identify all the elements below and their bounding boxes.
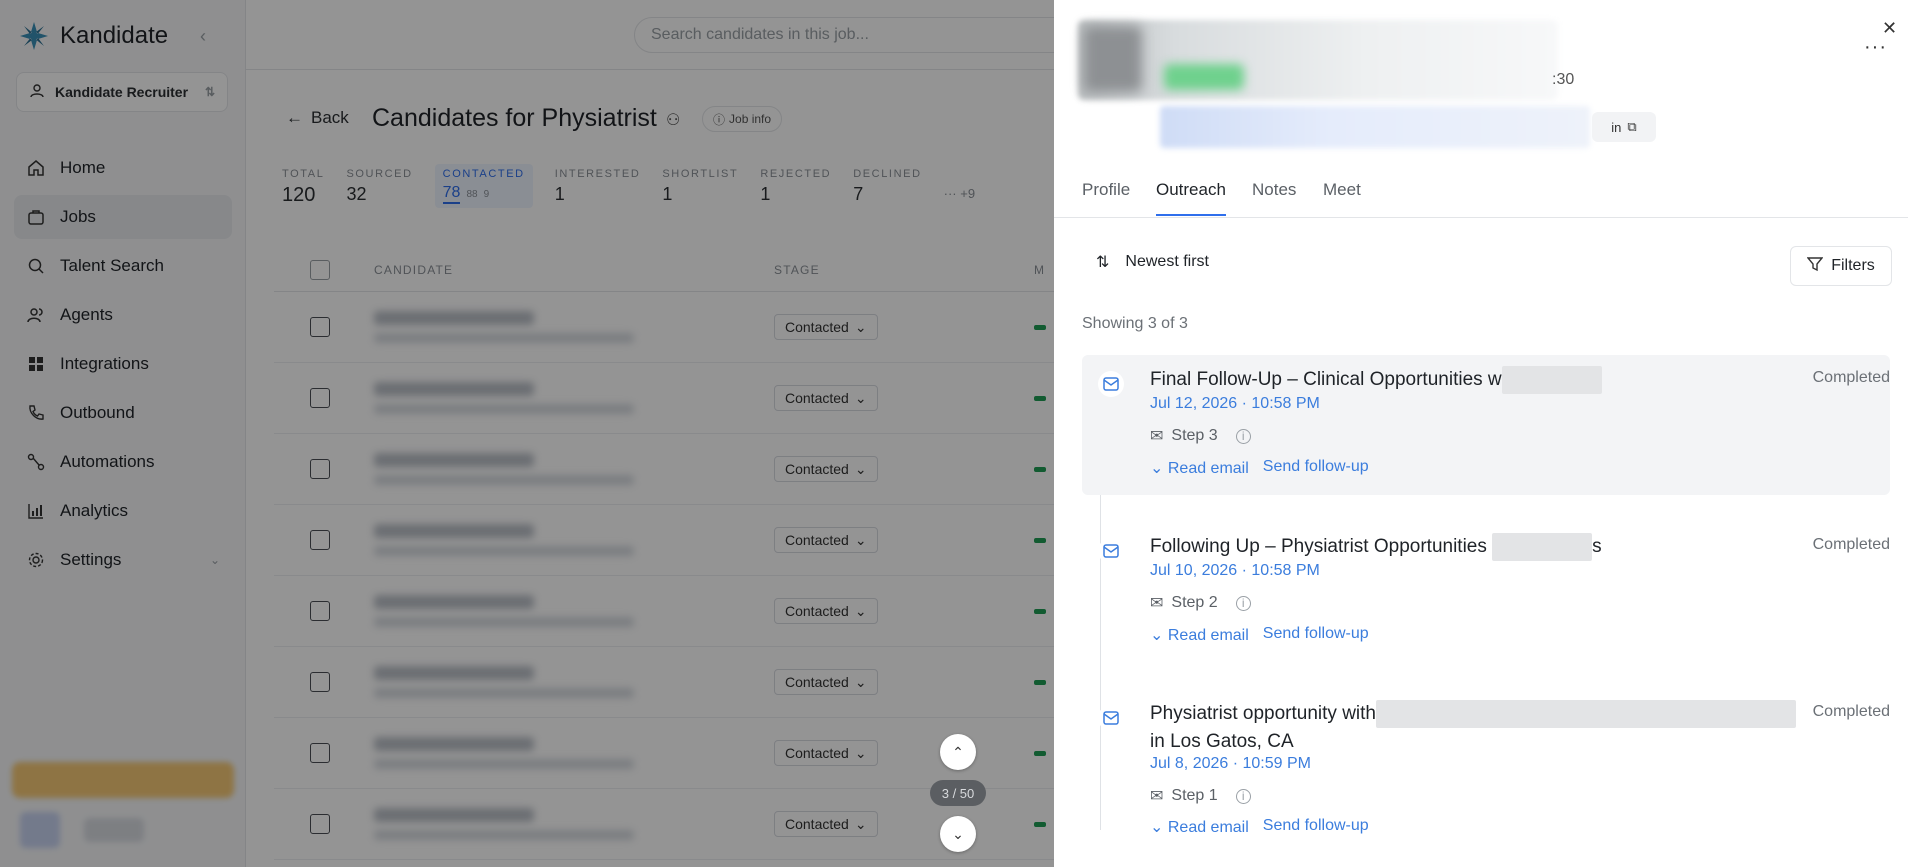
results-count: Showing 3 of 3 — [1082, 315, 1188, 332]
read-email-label: Read email — [1167, 460, 1249, 477]
tab-outreach[interactable]: Outreach — [1156, 180, 1226, 216]
read-email-label: Read email — [1167, 627, 1249, 644]
email-date: Jul 12, 2026 · 10:58 PM — [1150, 395, 1320, 412]
send-follow-up-link[interactable]: Send follow-up — [1263, 625, 1369, 645]
email-subject: Final Follow-Up – Clinical Opportunities… — [1150, 366, 1602, 394]
read-email-label: Read email — [1167, 819, 1249, 836]
pager-count: 3 / 50 — [930, 780, 986, 806]
candidate-contact-redacted — [1160, 106, 1590, 148]
email-subject-text: Following Up – Physiatrist Opportunities — [1150, 536, 1487, 558]
filters-label: Filters — [1831, 257, 1875, 274]
mail-icon — [1098, 538, 1124, 564]
status-label: Completed — [1812, 369, 1890, 386]
read-email-link[interactable]: ⌄ Read email — [1150, 817, 1249, 837]
next-candidate-button[interactable]: ⌄ — [940, 816, 976, 852]
sort-button[interactable]: ⇅ Newest first — [1096, 252, 1209, 272]
candidate-detail-panel: :30 in ⧉ ··· ✕ Profile Outreach Notes Me… — [1054, 0, 1908, 867]
read-email-link[interactable]: ⌄ Read email — [1150, 625, 1249, 645]
mail-icon: ✉ — [1150, 595, 1164, 612]
step-label: Step 2 — [1171, 594, 1218, 611]
filters-button[interactable]: Filters — [1790, 246, 1892, 286]
linkedin-icon[interactable]: in — [1611, 120, 1621, 135]
tab-meet[interactable]: Meet — [1323, 180, 1361, 214]
email-subject-text: Final Follow-Up – Clinical Opportunities… — [1150, 369, 1502, 391]
redacted-text — [1376, 700, 1796, 728]
contact-actions: in ⧉ — [1592, 112, 1656, 142]
send-follow-up-link[interactable]: Send follow-up — [1263, 817, 1369, 837]
modal-backdrop[interactable] — [0, 0, 1054, 867]
info-icon[interactable]: i — [1235, 788, 1251, 804]
email-date: Jul 8, 2026 · 10:59 PM — [1150, 755, 1311, 772]
step-label: Step 1 — [1171, 787, 1218, 804]
email-subject: Physiatrist opportunity with in Los Gatos… — [1150, 700, 1850, 755]
status-badge — [1164, 64, 1244, 90]
mail-icon — [1098, 371, 1124, 397]
info-icon[interactable]: i — [1235, 428, 1251, 444]
read-email-link[interactable]: ⌄ Read email — [1150, 458, 1249, 478]
chevron-down-icon: ⌄ — [952, 825, 964, 842]
more-options-icon[interactable]: ··· — [1864, 36, 1887, 59]
mail-icon: ✉ — [1150, 428, 1164, 445]
close-icon[interactable]: ✕ — [1882, 18, 1897, 39]
email-actions: ⌄ Read email Send follow-up — [1150, 817, 1369, 837]
mail-icon — [1098, 705, 1124, 731]
email-actions: ⌄ Read email Send follow-up — [1150, 458, 1369, 478]
send-follow-up-link[interactable]: Send follow-up — [1263, 458, 1369, 478]
header-time: :30 — [1552, 71, 1575, 88]
avatar — [1084, 26, 1142, 92]
email-subject-tail: s — [1592, 536, 1602, 558]
email-date: Jul 10, 2026 · 10:58 PM — [1150, 562, 1320, 579]
status-label: Completed — [1812, 703, 1890, 720]
chevron-up-icon: ⌃ — [952, 743, 964, 760]
tab-notes[interactable]: Notes — [1252, 180, 1296, 214]
email-subject: Following Up – Physiatrist Opportunities… — [1150, 533, 1602, 561]
filter-icon — [1806, 256, 1824, 277]
info-icon[interactable]: i — [1235, 595, 1251, 611]
previous-candidate-button[interactable]: ⌃ — [940, 734, 976, 770]
copy-icon[interactable]: ⧉ — [1627, 119, 1636, 135]
candidate-header-redacted — [1078, 20, 1558, 100]
panel-tabs: Profile Outreach Notes Meet — [1054, 170, 1908, 218]
candidate-pager: ⌃ 3 / 50 ⌄ — [930, 734, 986, 852]
outreach-item: Following Up – Physiatrist Opportunities… — [1082, 522, 1890, 662]
redacted-text — [1492, 533, 1593, 561]
email-step: ✉ Step 1 i — [1150, 786, 1251, 806]
email-subject-text: Physiatrist opportunity with — [1150, 703, 1376, 725]
outreach-item: Physiatrist opportunity with in Los Gatos… — [1082, 689, 1890, 854]
email-step: ✉ Step 3 i — [1150, 426, 1251, 446]
status-label: Completed — [1812, 536, 1890, 553]
mail-icon: ✉ — [1150, 788, 1164, 805]
step-label: Step 3 — [1171, 427, 1218, 444]
sort-label: Newest first — [1125, 253, 1209, 270]
email-actions: ⌄ Read email Send follow-up — [1150, 625, 1369, 645]
redacted-text — [1501, 366, 1602, 394]
email-step: ✉ Step 2 i — [1150, 593, 1251, 613]
outreach-item: Final Follow-Up – Clinical Opportunities… — [1082, 355, 1890, 495]
tab-profile[interactable]: Profile — [1082, 180, 1130, 214]
email-subject-line2: in Los Gatos, CA — [1150, 731, 1294, 752]
sort-icon: ⇅ — [1096, 254, 1110, 271]
